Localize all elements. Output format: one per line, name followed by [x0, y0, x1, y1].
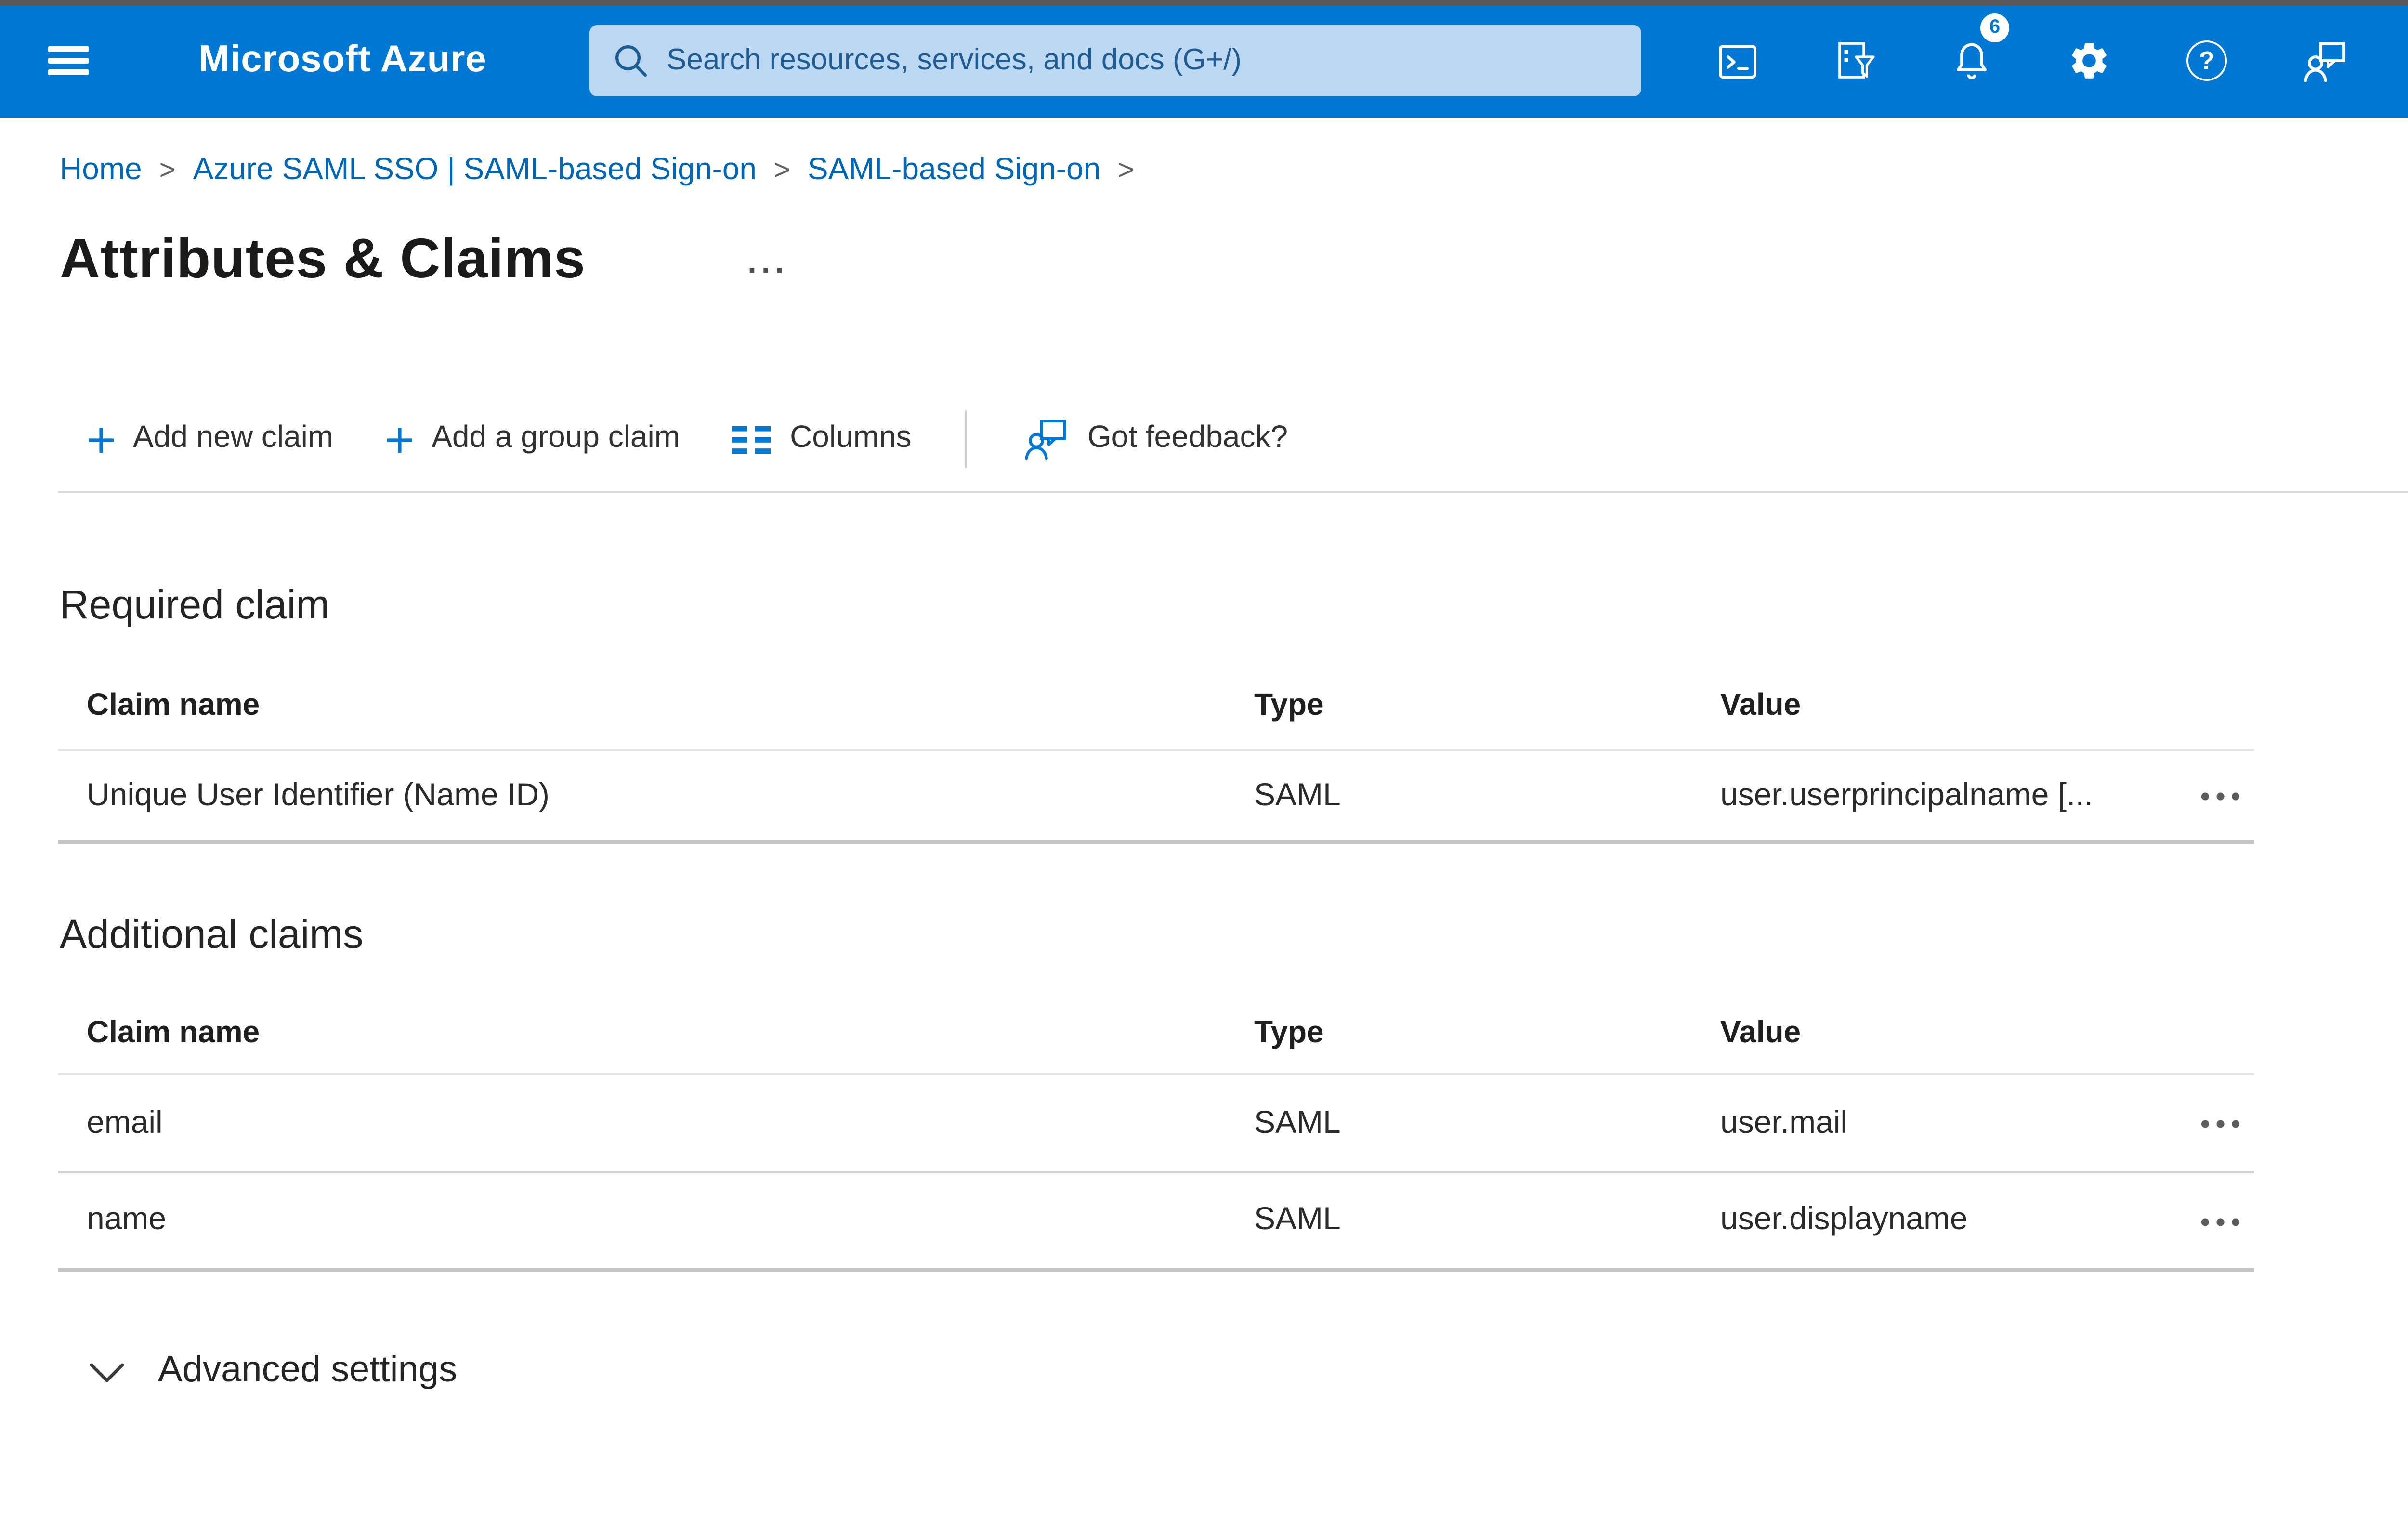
settings-button[interactable] — [2030, 5, 2148, 117]
toolbar-rule — [58, 491, 2408, 494]
portal-menu-button[interactable] — [48, 5, 106, 117]
table-header-row: Claim name Type Value — [58, 994, 2254, 1075]
chevron-down-icon — [90, 1362, 124, 1381]
cell-claim-name: name — [87, 1202, 167, 1237]
cell-type: SAML — [1254, 1105, 1341, 1140]
row-menu-button[interactable]: ••• — [2200, 780, 2254, 811]
notification-badge: 6 — [1980, 13, 2009, 41]
cell-type: SAML — [1254, 1202, 1341, 1237]
advanced-settings-label: Advanced settings — [158, 1351, 458, 1391]
help-glyph: ? — [2199, 46, 2215, 75]
row-menu-button[interactable]: ••• — [2200, 1108, 2254, 1139]
more-button[interactable]: ··· — [747, 252, 789, 291]
search-icon — [615, 45, 647, 77]
breadcrumb-separator: > — [1118, 156, 1135, 187]
azure-portal-page: Microsoft Azure Search resources, servic… — [0, 0, 2408, 1523]
table-row[interactable]: name SAML user.displayname ••• — [58, 1173, 2254, 1272]
column-header-type: Type — [1254, 1016, 1324, 1049]
breadcrumb-separator: > — [159, 156, 176, 187]
help-icon: ? — [2186, 40, 2227, 81]
required-claim-heading: Required claim — [60, 584, 330, 628]
toolbar-divider — [965, 410, 968, 468]
command-bar: Add new claim Add a group claim Columns — [87, 408, 1288, 470]
gear-icon — [2072, 43, 2107, 79]
plus-icon — [89, 427, 114, 452]
breadcrumb-link-home[interactable]: Home — [60, 154, 142, 189]
breadcrumb-separator: > — [774, 156, 790, 187]
column-header-type: Type — [1254, 690, 1324, 722]
search-box — [589, 25, 1641, 96]
add-group-claim-label: Add a group claim — [432, 422, 681, 455]
cell-value: user.displayname — [1720, 1202, 1968, 1237]
directory-filter-icon — [1837, 42, 1874, 79]
cell-claim-name: Unique User Identifier (Name ID) — [87, 777, 550, 812]
breadcrumb: Home > Azure SAML SSO | SAML-based Sign-… — [60, 154, 1152, 189]
search-input[interactable] — [667, 43, 1618, 78]
notifications-button[interactable]: 6 — [1913, 5, 2030, 117]
cloud-shell-button[interactable] — [1678, 5, 1795, 117]
feedback-button[interactable] — [2265, 5, 2383, 117]
cell-value: user.userprincipalname [... — [1720, 777, 2094, 812]
add-new-claim-label: Add new claim — [133, 422, 334, 455]
topbar: Microsoft Azure Search resources, servic… — [0, 5, 2408, 117]
breadcrumb-link-saml-signon[interactable]: SAML-based Sign-on — [808, 154, 1100, 189]
got-feedback-label: Got feedback? — [1087, 422, 1288, 455]
required-claim-table: Claim name Type Value Unique User Identi… — [58, 665, 2254, 844]
breadcrumb-link-app-sso[interactable]: Azure SAML SSO | SAML-based Sign-on — [193, 154, 757, 189]
add-new-claim-button[interactable]: Add new claim — [87, 422, 333, 457]
help-button[interactable]: ? — [2148, 5, 2265, 117]
columns-button[interactable]: Columns — [732, 422, 912, 457]
additional-claims-table: Claim name Type Value email SAML user.ma… — [58, 994, 2254, 1272]
cell-type: SAML — [1254, 777, 1341, 812]
hamburger-icon — [48, 46, 89, 75]
table-row[interactable]: Unique User Identifier (Name ID) SAML us… — [58, 751, 2254, 844]
table-header-row: Claim name Type Value — [58, 665, 2254, 751]
got-feedback-button[interactable]: Got feedback? — [1022, 416, 1288, 462]
cell-value: user.mail — [1720, 1105, 1848, 1140]
bell-icon — [1957, 43, 1987, 79]
columns-icon — [732, 425, 771, 453]
cloud-shell-icon — [1718, 44, 1755, 78]
column-header-claim-name: Claim name — [87, 690, 260, 722]
feedback-icon — [2304, 41, 2345, 81]
columns-label: Columns — [790, 422, 912, 455]
window-chrome-strip — [0, 0, 2408, 5]
brand-logo: Microsoft Azure — [198, 39, 487, 81]
plus-icon — [387, 427, 413, 452]
advanced-settings-toggle[interactable]: Advanced settings — [89, 1351, 457, 1393]
topbar-icon-group: 6 ? — [1678, 5, 2383, 117]
column-header-value: Value — [1720, 690, 1801, 722]
add-group-claim-button[interactable]: Add a group claim — [385, 422, 680, 457]
column-header-claim-name: Claim name — [87, 1016, 260, 1049]
feedback-icon — [1026, 420, 1067, 460]
directory-filter-button[interactable] — [1795, 5, 1913, 117]
row-menu-button[interactable]: ••• — [2200, 1205, 2254, 1236]
column-header-value: Value — [1720, 1016, 1801, 1049]
additional-claims-heading: Additional claims — [60, 913, 364, 958]
cell-claim-name: email — [87, 1105, 163, 1140]
table-row[interactable]: email SAML user.mail ••• — [58, 1075, 2254, 1173]
page-title: Attributes & Claims — [60, 229, 586, 291]
